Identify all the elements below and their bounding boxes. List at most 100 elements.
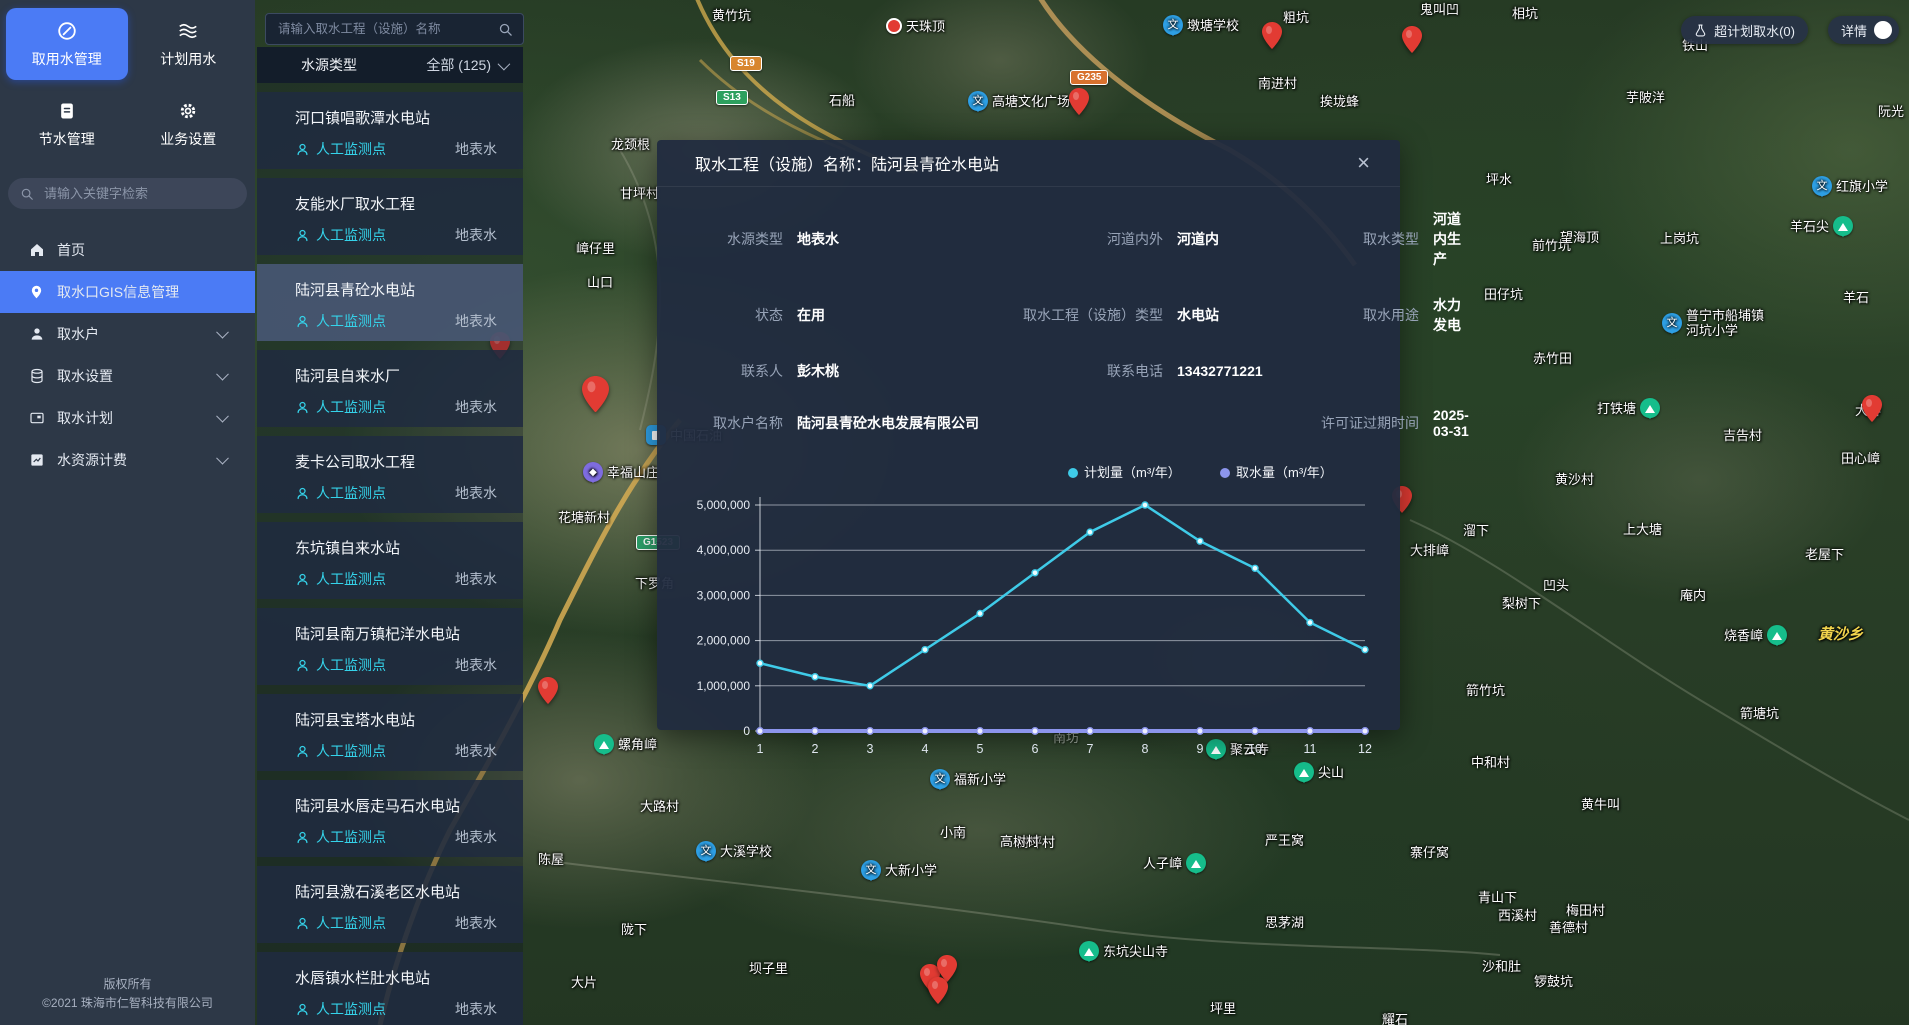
- app-card-label: 计划用水: [160, 49, 216, 69]
- station-search-input[interactable]: [276, 21, 498, 37]
- app-card-3[interactable]: 业务设置: [128, 88, 250, 160]
- sidebar-item-0[interactable]: 首页: [0, 229, 255, 271]
- sidebar-item-1[interactable]: 取水口GIS信息管理: [0, 271, 255, 313]
- red-map-pin[interactable]: [582, 376, 609, 412]
- map-label: 寨仔窝: [1410, 845, 1449, 860]
- map-label: 赤竹田: [1533, 351, 1572, 366]
- mountain-marker-icon[interactable]: [1186, 853, 1206, 873]
- red-map-pin[interactable]: [1262, 22, 1282, 49]
- school-marker-icon[interactable]: 文: [930, 769, 950, 789]
- monitor-type: 人工监测点: [295, 397, 386, 417]
- app-card-1[interactable]: 计划用水: [128, 8, 250, 80]
- map-label: 龙颈根: [611, 137, 650, 152]
- scenic-marker-icon[interactable]: [886, 18, 902, 34]
- school-marker-icon[interactable]: 文: [1662, 313, 1682, 333]
- school-marker-icon[interactable]: 文: [1163, 15, 1183, 35]
- field-value: 水力发电: [1419, 295, 1469, 335]
- search-icon[interactable]: [498, 22, 513, 37]
- station-list-item[interactable]: 陆河县自来水厂人工监测点地表水: [257, 350, 523, 427]
- red-map-pin[interactable]: [928, 977, 948, 1004]
- station-list-item[interactable]: 友能水厂取水工程人工监测点地表水: [257, 178, 523, 255]
- red-map-pin[interactable]: [538, 677, 558, 704]
- sidebar-item-4[interactable]: 取水计划: [0, 397, 255, 439]
- mountain-marker-icon[interactable]: [594, 734, 614, 754]
- monitor-type: 人工监测点: [295, 139, 386, 159]
- station-list-item[interactable]: 河口镇唱歌潭水电站人工监测点 地表水: [257, 92, 523, 169]
- map-label: 老屋下: [1805, 547, 1844, 562]
- home-icon: [28, 242, 45, 259]
- close-icon[interactable]: ×: [1357, 152, 1370, 174]
- water-source: 地表水: [455, 139, 497, 159]
- modal-header: 取水工程（设施）名称：陆河县青砼水电站 ×: [657, 140, 1400, 187]
- station-list-item[interactable]: 陆河县水唇走马石水电站人工监测点地表水: [257, 780, 523, 857]
- map-label: 大路村: [640, 799, 679, 814]
- map-label: 文墩塘学校: [1163, 15, 1239, 35]
- toggle-knob[interactable]: [1874, 21, 1892, 39]
- station-list-item[interactable]: 水唇镇水栏肚水电站人工监测点地表水: [257, 952, 523, 1025]
- monitor-type: 人工监测点: [295, 913, 386, 933]
- station-name: 东坑镇自来水站: [295, 537, 497, 558]
- station-list-item[interactable]: 陆河县激石溪老区水电站人工监测点地表水: [257, 866, 523, 943]
- map-label: 青山下: [1478, 890, 1517, 905]
- station-name: 麦卡公司取水工程: [295, 451, 497, 472]
- mountain-marker-icon[interactable]: [1640, 398, 1660, 418]
- station-list-item[interactable]: 东坑镇自来水站人工监测点地表水: [257, 522, 523, 599]
- sidebar-item-5[interactable]: 水资源计费: [0, 439, 255, 481]
- school-marker-icon[interactable]: 文: [1812, 176, 1832, 196]
- detail-toggle[interactable]: 详情: [1828, 16, 1899, 44]
- station-list-item[interactable]: 陆河县南万镇杞洋水电站人工监测点地表水: [257, 608, 523, 685]
- x-tick-label: 6: [1032, 742, 1039, 756]
- pin-icon: [28, 284, 45, 301]
- station-name: 陆河县激石溪老区水电站: [295, 881, 497, 902]
- field-value: 地表水: [783, 229, 945, 249]
- filter-bar: 水源类型 全部 (125): [257, 47, 523, 83]
- sidebar-search[interactable]: [8, 178, 247, 209]
- card-icon: [28, 410, 45, 427]
- school-marker-icon[interactable]: 文: [968, 91, 988, 111]
- app-root: 黄竹坑天珠顶文墩塘学校粗坑鬼叫凹相坑南进村挨垅蜂芋陂洋阮光铁山坪水文红旗小学羊石…: [0, 0, 1909, 1025]
- station-list-item[interactable]: 麦卡公司取水工程人工监测点地表水: [257, 436, 523, 513]
- station-name: 陆河县水唇走马石水电站: [295, 795, 497, 816]
- red-map-pin[interactable]: [1862, 395, 1882, 422]
- red-map-pin[interactable]: [1402, 26, 1422, 53]
- mountain-marker-icon[interactable]: [1833, 216, 1853, 236]
- over-plan-button[interactable]: 超计划取水(0): [1681, 16, 1808, 44]
- map-label: 甘坪村: [620, 186, 659, 201]
- water-source: 地表水: [455, 827, 497, 847]
- app-card-label: 业务设置: [160, 129, 216, 149]
- filter-dropdown[interactable]: 全部 (125): [426, 55, 507, 75]
- map-label: 田心嶂: [1841, 451, 1880, 466]
- map-label: 沙和肚: [1482, 959, 1521, 974]
- series-plan-point: [1362, 647, 1368, 653]
- sidebar-item-3[interactable]: 取水设置: [0, 355, 255, 397]
- app-card-2[interactable]: 节水管理: [6, 88, 128, 160]
- mountain-marker-icon[interactable]: [1767, 625, 1787, 645]
- map-label: 凹头: [1543, 578, 1569, 593]
- series-intake-point: [1362, 728, 1368, 734]
- legend-label-plan: 计划量（m³/年）: [1084, 465, 1181, 480]
- detail-grid: 水源类型地表水河道内外河道内取水类型河道内生产状态在用取水工程（设施）类型水电站…: [657, 187, 1400, 439]
- app-card-0[interactable]: 取用水管理: [6, 8, 128, 80]
- temple-marker-icon[interactable]: [1079, 941, 1099, 961]
- person-icon: [295, 486, 310, 501]
- resort-marker-icon[interactable]: ◆: [583, 462, 603, 482]
- sidebar-item-2[interactable]: 取水户: [0, 313, 255, 355]
- chevron-down-icon: [216, 368, 229, 381]
- school-marker-icon[interactable]: 文: [861, 860, 881, 880]
- station-list-item[interactable]: 陆河县青砼水电站人工监测点地表水: [257, 264, 523, 341]
- person-icon: [295, 142, 310, 157]
- person-icon: [295, 830, 310, 845]
- map-label: 上岗坑: [1660, 231, 1699, 246]
- series-intake-point: [922, 728, 928, 734]
- station-name: 河口镇唱歌潭水电站: [295, 107, 497, 128]
- red-map-pin[interactable]: [1069, 88, 1089, 115]
- school-marker-icon[interactable]: 文: [696, 841, 716, 861]
- sidebar-search-input[interactable]: [42, 185, 235, 202]
- x-tick-label: 3: [867, 742, 874, 756]
- station-list-item[interactable]: 陆河县宝塔水电站人工监测点地表水: [257, 694, 523, 771]
- map-label: 耀石: [1382, 1012, 1408, 1025]
- field-value: 彭木桃: [783, 361, 945, 381]
- station-search[interactable]: [265, 13, 524, 45]
- water-source: 地表水: [455, 999, 497, 1019]
- series-intake-point: [867, 728, 873, 734]
